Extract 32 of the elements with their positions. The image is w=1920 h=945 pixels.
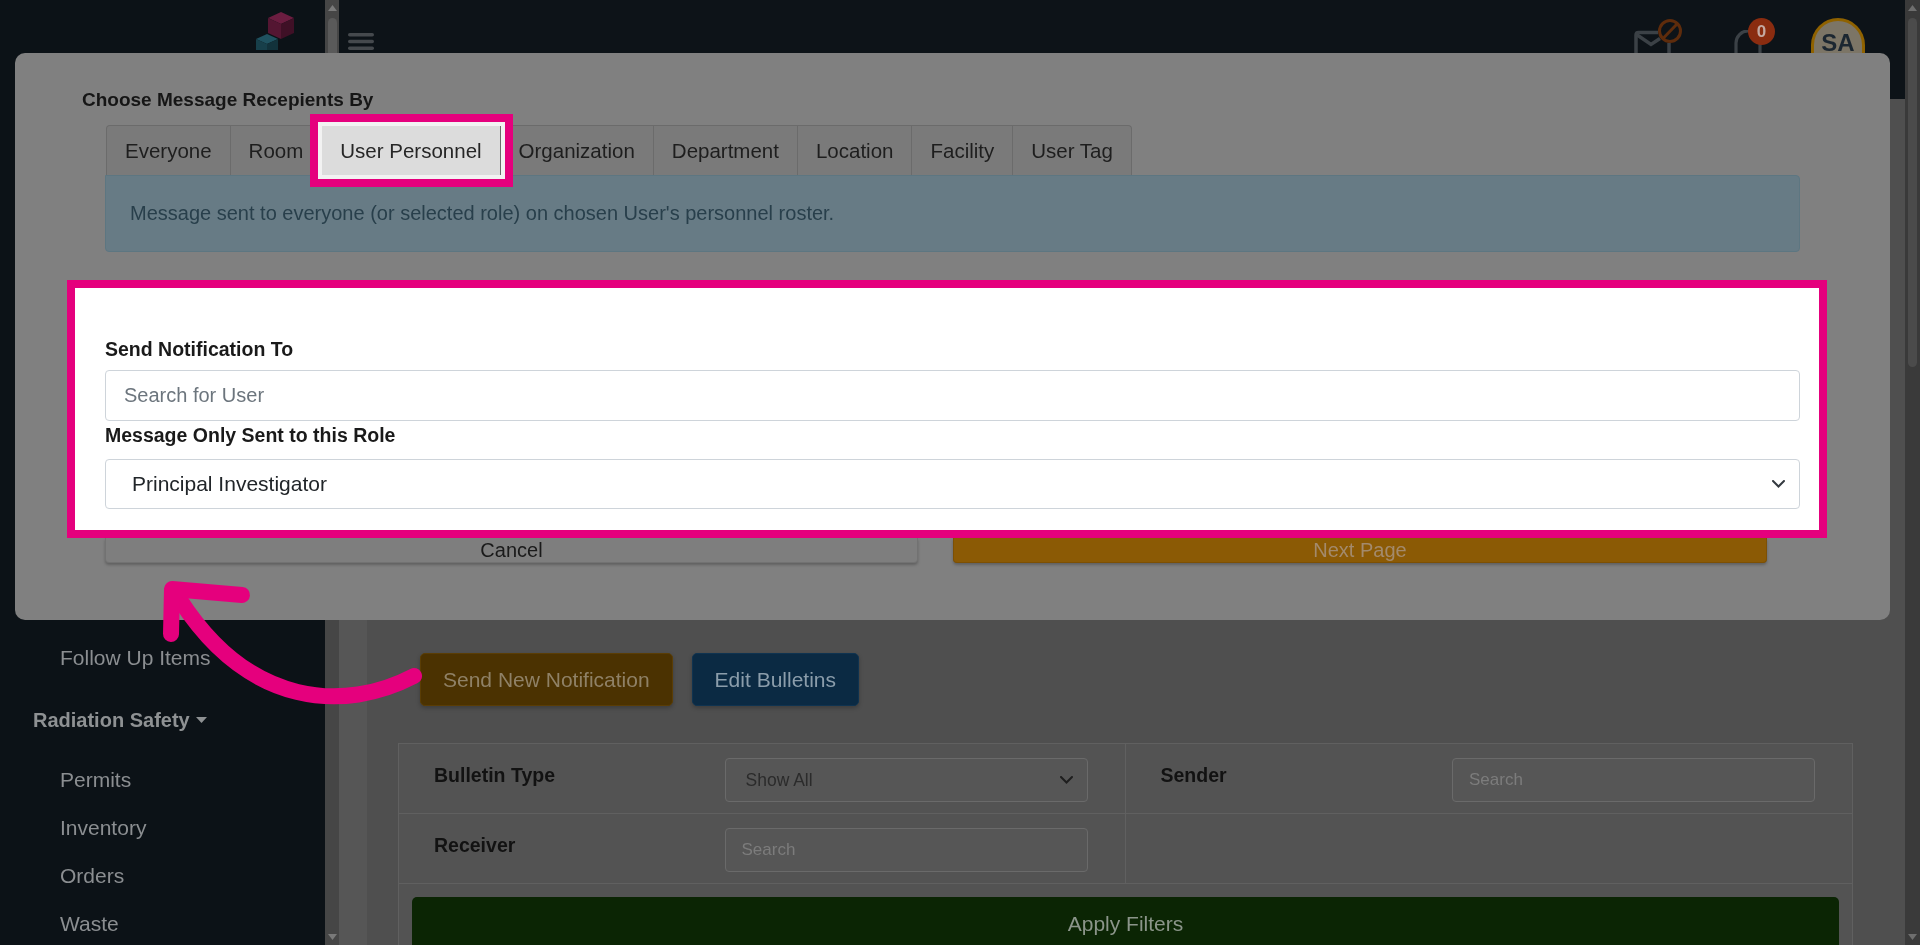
envelope-prohibited-icon[interactable] bbox=[1633, 19, 1683, 53]
chevron-down-icon bbox=[1059, 776, 1073, 784]
scroll-down-icon[interactable] bbox=[1908, 934, 1917, 940]
dialog-button[interactable]: Cancel bbox=[105, 538, 918, 563]
field-label: Message Only Sent to this Role bbox=[105, 424, 396, 446]
scrollbar[interactable] bbox=[1905, 0, 1920, 945]
modal-title: Choose Message Recepients By bbox=[82, 88, 374, 112]
sidebar-section-toggle[interactable]: Radiation Safety bbox=[33, 700, 207, 740]
filter-label: Receiver bbox=[434, 834, 516, 856]
tab[interactable]: User Tag bbox=[1013, 126, 1131, 175]
menu-icon[interactable] bbox=[348, 33, 374, 50]
filter-label: Bulletin Type bbox=[434, 764, 555, 786]
action-button[interactable]: Edit Bulletins bbox=[691, 653, 859, 706]
scroll-down-icon[interactable] bbox=[327, 934, 337, 940]
info-alert: Message sent to everyone (or selected role) on chosen User's personnel roster. bbox=[105, 175, 1800, 252]
user-avatar[interactable]: SA bbox=[1811, 18, 1865, 53]
cubes-logo-icon bbox=[256, 12, 294, 50]
sidebar-link[interactable]: Inventory bbox=[60, 808, 147, 848]
field-label: Send Notification To bbox=[105, 338, 294, 360]
chevron-down-icon bbox=[1772, 480, 1785, 488]
scroll-up-icon[interactable] bbox=[1908, 5, 1917, 11]
sidebar-link[interactable]: Follow Up Items bbox=[60, 638, 211, 678]
sidebar-link[interactable]: Waste bbox=[60, 904, 119, 944]
sidebar-link[interactable]: Orders bbox=[60, 856, 125, 896]
scrollbar-thumb[interactable] bbox=[327, 18, 337, 53]
filter-label: Sender bbox=[1160, 764, 1227, 786]
select-field[interactable]: Principal Investigator bbox=[105, 459, 1800, 509]
sidebar-link[interactable]: Permits bbox=[60, 760, 132, 800]
scroll-up-icon[interactable] bbox=[327, 5, 337, 11]
apply-button[interactable]: Apply Filters bbox=[412, 897, 1839, 945]
notification-badge: 0 bbox=[1748, 18, 1775, 45]
action-button[interactable]: Send New Notification bbox=[420, 653, 673, 706]
